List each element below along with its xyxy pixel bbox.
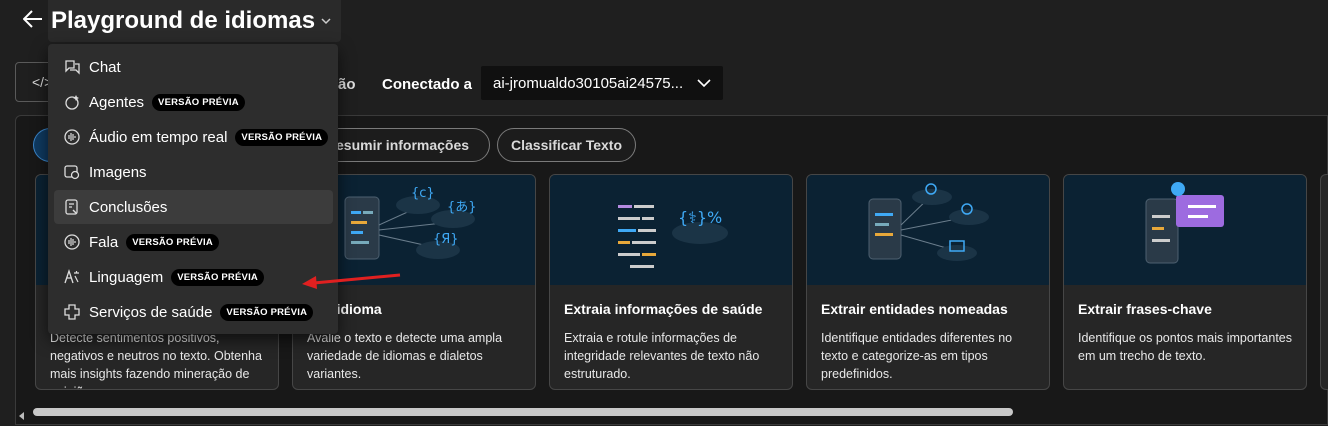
menu-item-label: Áudio em tempo real [89,128,228,146]
menu-item-agents[interactable]: Agentes VERSÃO PRÉVIA [54,85,333,119]
page-title: Playground de idiomas [51,7,316,34]
menu-item-label: Conclusões [89,198,168,216]
card-title: Extrair entidades nomeadas [821,301,1008,317]
menu-item-label: Fala [89,233,119,251]
filter-pill-summarize[interactable]: esumir informações [322,128,490,162]
completions-icon [62,197,82,217]
menu-item-speech[interactable]: Fala VERSÃO PRÉVIA [54,225,333,259]
filter-pill-classify[interactable]: Classificar Texto [497,128,636,162]
menu-item-label: Agentes [89,93,145,111]
card-description: Avalie o texto e detecte uma ampla varie… [307,331,503,381]
card-description: Detecte sentimentos positivos, negativos… [50,331,262,389]
speech-icon [62,232,82,252]
back-arrow-icon [23,10,42,28]
card-description: Extraia e rotule informações de integrid… [564,331,760,381]
scroll-left-button[interactable] [17,408,27,426]
preview-badge: VERSÃO PRÉVIA [152,93,245,111]
menu-item-images[interactable]: Imagens [54,155,333,189]
menu-item-realtime-audio[interactable]: Áudio em tempo real VERSÃO PRÉVIA [54,120,333,154]
caret-left-icon [19,412,24,420]
entities-illustration [807,175,1049,285]
chevron-down-icon [321,18,331,25]
menu-item-language[interactable]: Linguagem VERSÃO PRÉVIA [54,260,333,294]
card-key-phrases[interactable]: Extrair frases-chave Identifique os pont… [1063,174,1307,390]
playground-switcher[interactable]: Playground de idiomas [48,0,342,42]
card-description: Identifique entidades diferentes no text… [821,331,1013,381]
menu-item-label: Serviços de saúde [89,303,213,321]
menu-item-health-services[interactable]: Serviços de saúde VERSÃO PRÉVIA [54,295,333,329]
key-phrases-illustration [1064,175,1306,285]
images-icon [62,162,82,182]
language-icon [62,267,82,287]
menu-item-label: Imagens [89,163,147,181]
partial-label: ão [338,76,356,93]
svg-text:{Я}: {Я} [433,232,459,247]
back-button[interactable] [20,6,46,32]
playground-dropdown-menu: Chat Agentes VERSÃO PRÉVIA Áudio em temp… [48,44,338,334]
resource-select[interactable]: ai-jromualdo30105ai24575... [481,66,723,100]
preview-badge: VERSÃO PRÉVIA [220,303,314,321]
connected-label: Conectado a [382,76,473,93]
card-next-partial [1320,174,1328,390]
agents-icon [62,92,82,112]
chevron-down-icon [697,78,711,87]
menu-item-completions[interactable]: Conclusões [54,190,333,224]
svg-text:{⚕}%: {⚕}% [678,208,722,227]
menu-item-label: Chat [89,58,121,76]
svg-text:{c}: {c} [411,186,435,201]
menu-item-label: Linguagem [89,268,164,286]
filter-pill-label: Classificar Texto [511,137,623,153]
card-health-info[interactable]: {⚕}% Extraia informações de saúde Extrai… [549,174,793,390]
horizontal-scrollbar-thumb[interactable] [33,408,1013,416]
preview-badge: VERSÃO PRÉVIA [126,233,219,251]
preview-badge: VERSÃO PRÉVIA [171,268,264,286]
health-extraction-illustration: {⚕}% [550,175,792,285]
svg-text:{あ}: {あ} [447,200,477,215]
audio-icon [62,127,82,147]
annotation-arrow-icon [302,273,401,289]
resource-select-value: ai-jromualdo30105ai24575... [493,74,684,92]
health-icon [62,302,82,322]
filter-pill-label: esumir informações [336,137,470,153]
card-title: Extraia informações de saúde [564,301,763,317]
menu-item-chat[interactable]: Chat [54,50,333,84]
card-named-entities[interactable]: Extrair entidades nomeadas Identifique e… [806,174,1050,390]
chat-icon [62,57,82,77]
card-description: Identifique os pontos mais importantes e… [1078,331,1293,363]
card-title: Extrair frases-chave [1078,301,1212,317]
preview-badge: VERSÃO PRÉVIA [235,128,329,146]
